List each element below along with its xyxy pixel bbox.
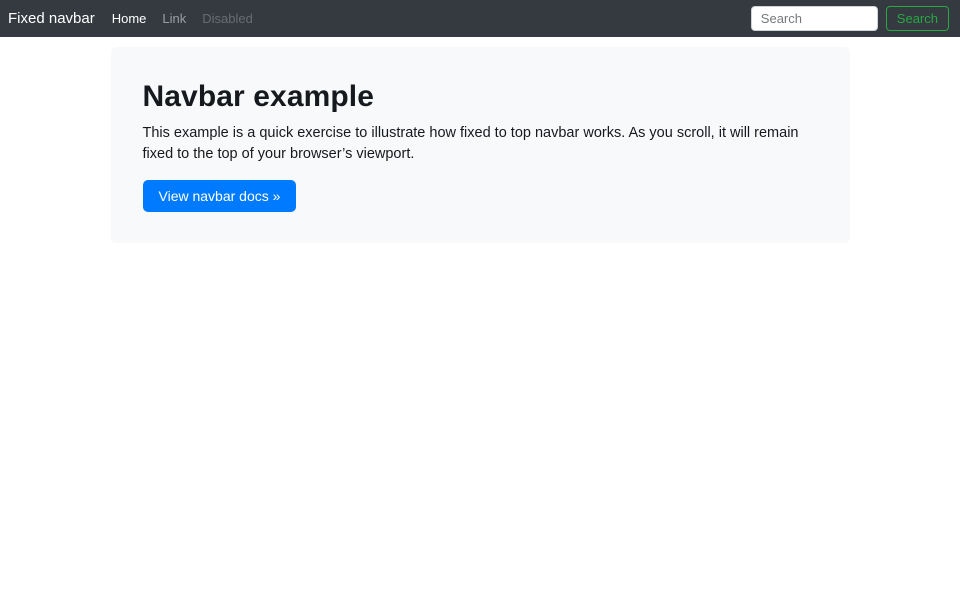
page-title: Navbar example: [143, 80, 818, 114]
intro-paragraph: This example is a quick exercise to illu…: [143, 123, 818, 165]
navbar: Fixed navbar Home Link Disabled Search: [0, 0, 960, 37]
search-form: Search: [751, 6, 949, 31]
nav-item-disabled: Disabled: [194, 5, 261, 32]
jumbotron: Navbar example This example is a quick e…: [111, 47, 850, 243]
search-input[interactable]: [751, 6, 878, 31]
nav-item-home[interactable]: Home: [104, 5, 155, 32]
navbar-nav: Home Link Disabled: [104, 10, 751, 28]
nav-item-link[interactable]: Link: [154, 5, 194, 32]
search-button[interactable]: Search: [886, 6, 949, 31]
view-navbar-docs-button[interactable]: View navbar docs »: [143, 180, 297, 212]
navbar-brand[interactable]: Fixed navbar: [8, 10, 95, 27]
